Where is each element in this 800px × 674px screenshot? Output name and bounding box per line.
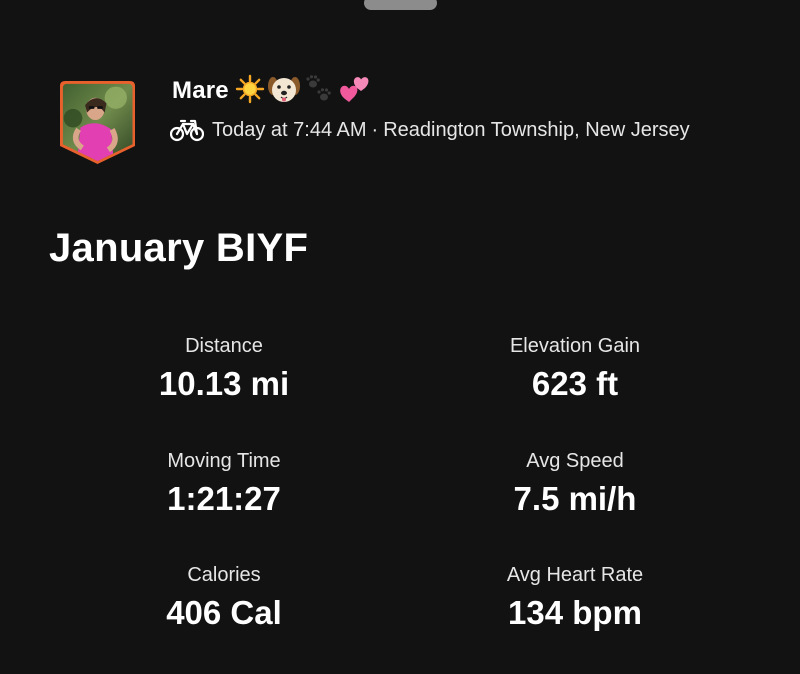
- athlete-name-row[interactable]: Mare: [172, 73, 371, 109]
- activity-time: Today at 7:44 AM: [212, 118, 367, 141]
- bicycle-icon: [170, 118, 204, 142]
- stat-calories: Calories 406 Cal: [74, 563, 374, 633]
- avatar-image: [60, 81, 135, 164]
- sheet-grab-handle[interactable]: [364, 0, 437, 10]
- stat-value: 1:21:27: [167, 480, 281, 517]
- stat-value: 623 ft: [531, 365, 619, 402]
- stat-elevation-gain: Elevation Gain 623 ft: [425, 334, 725, 404]
- activity-location: Readington Township, New Jersey: [383, 118, 690, 141]
- stat-avg-heart-rate: Avg Heart Rate 134 bpm: [425, 563, 725, 633]
- meta-separator: ·: [371, 118, 379, 141]
- paw-prints-icon: [303, 73, 335, 110]
- stat-value: 134 bpm: [508, 594, 642, 631]
- puppy-face-icon: [267, 73, 301, 110]
- two-hearts-icon: [337, 73, 371, 110]
- stat-label: Distance: [185, 335, 263, 357]
- stat-label: Moving Time: [167, 450, 281, 472]
- stat-avg-speed: Avg Speed 7.5 mi/h: [425, 449, 725, 519]
- stat-distance: Distance 10.13 mi: [74, 334, 374, 404]
- avatar[interactable]: [57, 78, 138, 168]
- stat-label: Avg Speed: [526, 450, 624, 472]
- athlete-name[interactable]: Mare: [172, 77, 229, 105]
- stat-moving-time: Moving Time 1:21:27: [74, 449, 374, 519]
- stat-value: 7.5 mi/h: [513, 480, 637, 517]
- name-emoji-group: [235, 73, 371, 110]
- stat-label: Calories: [187, 564, 261, 586]
- stat-label: Elevation Gain: [509, 335, 641, 357]
- sun-icon: [235, 74, 265, 109]
- stat-value: 406 Cal: [166, 594, 282, 631]
- stat-value: 10.13 mi: [158, 365, 290, 402]
- stat-label: Avg Heart Rate: [506, 564, 644, 586]
- activity-title[interactable]: January BIYF: [49, 226, 308, 271]
- activity-meta: Today at 7:44 AM · Readington Township, …: [170, 114, 690, 146]
